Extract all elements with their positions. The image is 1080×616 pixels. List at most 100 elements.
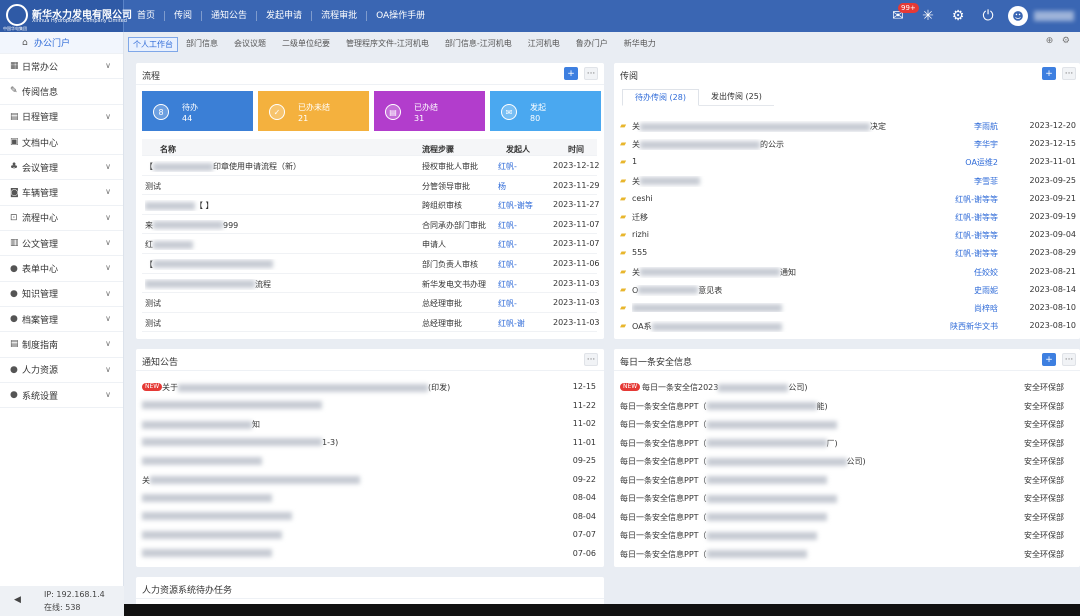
safety-title[interactable]: 每日一条安全信息PPT（ 能)	[620, 401, 828, 412]
circulate-sender[interactable]: 红帆-谢等等	[955, 248, 998, 259]
circulate-sender[interactable]: 尚梓晗	[974, 303, 998, 314]
nav-manual[interactable]: OA操作手册	[367, 11, 434, 21]
circulate-title[interactable]: OA系	[632, 321, 962, 332]
flow-starter[interactable]: 红帆-	[498, 220, 553, 231]
safety-title[interactable]: 每日一条安全信息PPT（ 公司)	[620, 456, 866, 467]
more-button[interactable]: ···	[584, 67, 598, 80]
table-row[interactable]: 【 】 跨组织审核 红帆-谢等 2023-11-27	[142, 195, 600, 215]
list-item[interactable]: NEW 关于 (印发) 12-15	[136, 378, 602, 396]
table-row[interactable]: 红 申请人 红帆- 2023-11-07	[142, 234, 600, 254]
flow-starter[interactable]: 红帆-	[498, 239, 553, 250]
list-item[interactable]: ▰ 关 通知 任姣姣 2023-08-21	[614, 263, 1078, 281]
nav-approval[interactable]: 流程审批	[312, 11, 368, 21]
nav-circulate[interactable]: 传阅	[165, 11, 203, 21]
safety-title[interactable]: 每日一条安全信2023 公司)	[642, 382, 807, 393]
flow-name[interactable]: 来 999	[145, 220, 415, 231]
list-item[interactable]: ▰ ceshi 红帆-谢等等 2023-09-21	[614, 190, 1078, 208]
card-todo[interactable]: 8 待办 44	[142, 91, 253, 131]
list-item[interactable]: ▰ 关 李雪菲 2023-09-25	[614, 172, 1078, 190]
safety-title[interactable]: 每日一条安全信息PPT（	[620, 493, 837, 504]
list-item[interactable]: 每日一条安全信息PPT（ 能) 安全环保部	[614, 397, 1080, 415]
flow-name[interactable]: 测试	[145, 318, 415, 329]
list-item[interactable]: ▰ 1 OA运维2 2023-11-01	[614, 153, 1078, 171]
notice-title[interactable]	[142, 456, 262, 465]
list-item[interactable]: 1-3) 11-01	[136, 434, 602, 452]
tab-lu-portal[interactable]: 鲁办门户	[568, 36, 616, 52]
avatar[interactable]: ☻	[1008, 6, 1028, 26]
circulate-title[interactable]: O 意见表	[632, 285, 962, 296]
sidebar-item-docs[interactable]: ▣ 文档中心	[0, 130, 123, 156]
tab-unit-minutes[interactable]: 二级单位纪要	[274, 36, 338, 52]
tab-dept-info-jh[interactable]: 部门信息-江河机电	[437, 36, 520, 52]
flow-name[interactable]: 【 印章使用申请流程（新）	[145, 161, 415, 172]
company-logo[interactable]: 新华水力发电有限公司 Xinhua Hydropower Company Lim…	[0, 0, 132, 32]
circulate-title[interactable]: 关	[632, 176, 962, 187]
more-button[interactable]: ···	[1062, 353, 1076, 366]
circulate-title[interactable]: 关 通知	[632, 267, 962, 278]
table-row[interactable]: 【 部门负责人审核 红帆- 2023-11-06	[142, 254, 600, 274]
nav-notice[interactable]: 通知公告	[202, 11, 258, 21]
nav-home[interactable]: 首页	[128, 11, 166, 21]
circulate-sender[interactable]: 红帆-谢等等	[955, 194, 998, 205]
list-item[interactable]: 每日一条安全信息PPT（ 公司) 安全环保部	[614, 452, 1080, 470]
circulate-title[interactable]: ceshi	[632, 194, 962, 203]
safety-title[interactable]: 每日一条安全信息PPT（ 厂)	[620, 438, 838, 449]
list-item[interactable]: 每日一条安全信息PPT（ 安全环保部	[614, 415, 1080, 433]
flow-starter[interactable]: 红帆-	[498, 259, 553, 270]
add-button[interactable]: +	[564, 67, 578, 80]
sidebar-item-circulate[interactable]: ✎ 传阅信息	[0, 79, 123, 105]
safety-title[interactable]: 每日一条安全信息PPT（	[620, 475, 827, 486]
add-button[interactable]: +	[1042, 353, 1056, 366]
list-item[interactable]: 知 11-02	[136, 415, 602, 433]
list-item[interactable]: ▰ 555 红帆-谢等等 2023-08-29	[614, 244, 1078, 262]
table-row[interactable]: 测试 分管领导审批 杨 2023-11-29	[142, 176, 600, 196]
mail-icon[interactable]: ✉ 99+	[886, 0, 919, 32]
list-item[interactable]: 07-06	[136, 545, 602, 563]
tab-pending-circulate[interactable]: 待办传阅 (28)	[622, 89, 699, 106]
list-item[interactable]: ▰ 尚梓晗 2023-08-10	[614, 299, 1078, 317]
circulate-sender[interactable]: 李雨航	[974, 121, 998, 132]
sidebar-item-daily[interactable]: ▦ 日常办公 ∨	[0, 54, 123, 80]
card-done-open[interactable]: ✓ 已办未结 21	[258, 91, 369, 131]
notice-title[interactable]	[142, 401, 322, 410]
safety-title[interactable]: 每日一条安全信息PPT（	[620, 419, 837, 430]
settings-icon[interactable]: ⚙	[1062, 36, 1070, 46]
flow-starter[interactable]: 红帆-	[498, 161, 553, 172]
flow-name[interactable]: 测试	[145, 298, 415, 309]
tab-sent-circulate[interactable]: 发出传阅 (25)	[699, 89, 774, 105]
list-item[interactable]: ▰ 迁移 红帆-谢等等 2023-09-19	[614, 208, 1078, 226]
circulate-title[interactable]	[632, 303, 962, 312]
list-item[interactable]: 11-22	[136, 397, 602, 415]
circulate-title[interactable]: 关 决定	[632, 121, 962, 132]
circulate-sender[interactable]: 红帆-谢等等	[955, 230, 998, 241]
circulate-title[interactable]: 迁移	[632, 212, 962, 223]
circulate-sender[interactable]: 史雨妮	[974, 285, 998, 296]
sidebar-item-schedule[interactable]: ▤ 日程管理 ∨	[0, 105, 123, 130]
circulate-sender[interactable]: OA运维2	[965, 157, 998, 168]
safety-title[interactable]: 每日一条安全信息PPT（	[620, 530, 817, 541]
sidebar-item-form[interactable]: ● 表单中心 ∨	[0, 256, 123, 282]
safety-title[interactable]: 每日一条安全信息PPT（	[620, 512, 827, 523]
circulate-sender[interactable]: 陕西新华文书	[950, 321, 998, 332]
list-item[interactable]: ▰ O 意见表 史雨妮 2023-08-14	[614, 281, 1078, 299]
sidebar-item-hr[interactable]: ● 人力资源 ∨	[0, 358, 123, 383]
more-button[interactable]: ···	[1062, 67, 1076, 80]
tab-personal[interactable]: 个人工作台	[128, 36, 178, 52]
flow-name[interactable]: 红	[145, 239, 415, 250]
circulate-title[interactable]: rizhi	[632, 230, 962, 239]
table-row[interactable]: 测试 总经理审批 红帆- 2023-11-03	[142, 293, 600, 313]
circulate-title[interactable]: 555	[632, 248, 962, 257]
table-row[interactable]: 测试 总经理审批 红帆-谢 2023-11-03	[142, 313, 600, 333]
sidebar-item-archive[interactable]: ● 档案管理 ∨	[0, 307, 123, 333]
sidebar-item-meeting[interactable]: ♣ 会议管理 ∨	[0, 155, 123, 181]
flow-starter[interactable]: 杨	[498, 181, 553, 192]
user-name-blurred[interactable]	[1034, 11, 1074, 21]
card-initiated[interactable]: ✉ 发起 80	[490, 91, 601, 131]
sidebar-item-settings[interactable]: ● 系统设置 ∨	[0, 383, 123, 409]
tab-xinhua-power[interactable]: 新华电力	[616, 36, 664, 52]
table-row[interactable]: 流程 新华发电文书办理 红帆- 2023-11-03	[142, 274, 600, 294]
sidebar-item-policy[interactable]: ▤ 制度指南 ∨	[0, 332, 123, 358]
notice-title[interactable]: 1-3)	[142, 438, 338, 447]
notice-title[interactable]: 知	[142, 419, 260, 430]
sidebar-item-portal[interactable]: ⌂ 办公门户	[0, 32, 123, 54]
